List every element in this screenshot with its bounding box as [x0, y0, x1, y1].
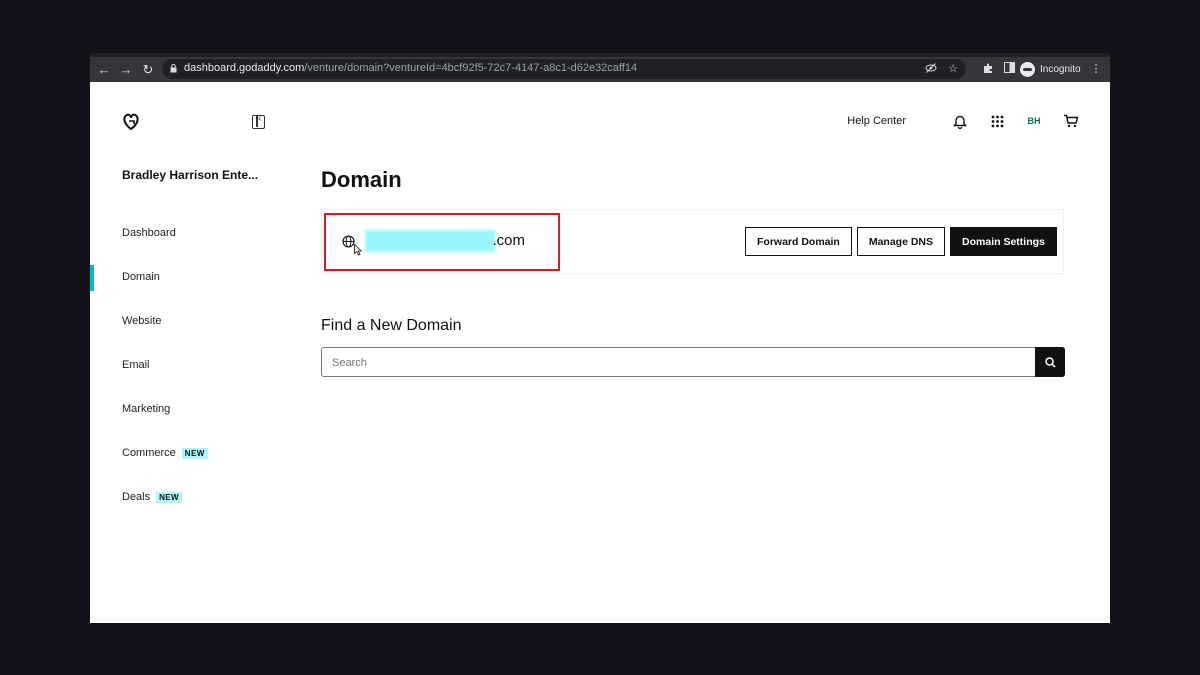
reload-icon[interactable]: ↻ — [139, 57, 157, 82]
domain-actions: Forward Domain Manage DNS Domain Setting… — [745, 227, 1057, 256]
search-input[interactable] — [330, 356, 1024, 370]
search-button[interactable] — [1035, 347, 1065, 377]
sidebar-item-deals[interactable]: Deals NEW — [90, 475, 290, 519]
sidebar-item-label: Dashboard — [122, 227, 176, 239]
find-domain-heading: Find a New Domain — [321, 317, 462, 334]
search-icon — [1044, 356, 1056, 368]
sidebar-item-marketing[interactable]: Marketing — [90, 387, 290, 431]
back-icon[interactable]: ← — [95, 57, 113, 82]
sidebar-item-label: Domain — [122, 271, 160, 283]
sidebar-item-domain[interactable]: Domain — [90, 255, 290, 299]
url-host: dashboard.godaddy.com — [184, 62, 305, 74]
bell-icon[interactable] — [951, 112, 969, 130]
godaddy-logo-icon[interactable] — [121, 112, 141, 132]
more-menu-icon[interactable]: ⋮ — [1089, 62, 1103, 76]
sidebar-item-commerce[interactable]: Commerce NEW — [90, 431, 290, 475]
new-badge: NEW — [181, 447, 208, 459]
domain-search — [321, 347, 1065, 377]
address-bar[interactable]: dashboard.godaddy.com/venture/domain?ven… — [162, 59, 966, 79]
sidebar-item-label: Email — [122, 359, 150, 371]
domain-settings-button[interactable]: Domain Settings — [950, 227, 1057, 256]
mouse-cursor-icon — [354, 244, 362, 256]
sidebar-item-email[interactable]: Email — [90, 343, 290, 387]
help-center-link[interactable]: Help Center — [847, 115, 906, 127]
header-actions: Help Center BH — [847, 112, 1080, 130]
sidepanel-icon[interactable] — [1002, 62, 1016, 76]
forward-icon[interactable]: → — [117, 57, 135, 82]
sidebar-item-website[interactable]: Website — [90, 299, 290, 343]
forward-domain-button[interactable]: Forward Domain — [745, 227, 852, 256]
sidebar-item-label: Commerce — [122, 447, 176, 459]
eye-off-icon[interactable] — [924, 62, 938, 76]
incognito-icon — [1020, 62, 1035, 77]
sidebar-item-dashboard[interactable]: Dashboard — [90, 211, 290, 255]
venture-name[interactable]: Bradley Harrison Ente... — [122, 168, 258, 182]
url-text: dashboard.godaddy.com/venture/domain?ven… — [184, 62, 637, 74]
active-indicator — [90, 265, 94, 291]
new-badge: NEW — [156, 491, 182, 503]
incognito-label: Incognito — [1040, 64, 1081, 75]
star-icon[interactable]: ☆ — [946, 62, 960, 76]
incognito-indicator[interactable]: Incognito — [1020, 60, 1081, 79]
manage-dns-button[interactable]: Manage DNS — [856, 227, 946, 256]
collapse-sidebar-icon[interactable] — [252, 113, 265, 129]
browser-toolbar: ← → ↻ dashboard.godaddy.com/venture/doma… — [90, 57, 1110, 82]
url-path: /venture/domain?ventureId=4bcf92f5-72c7-… — [304, 62, 638, 74]
account-avatar[interactable]: BH — [1025, 116, 1043, 126]
domain-name-link[interactable]: .com — [365, 232, 525, 249]
cart-icon[interactable] — [1062, 112, 1080, 130]
sidebar-item-label: Marketing — [122, 403, 171, 415]
extensions-icon[interactable] — [981, 62, 995, 76]
lock-icon — [170, 64, 177, 73]
sidebar-nav: Dashboard Domain Website Email Marketing… — [90, 211, 290, 519]
app-content: Help Center BH Bradley Harrison Ente... … — [90, 82, 1110, 623]
sidebar-item-label: Website — [122, 315, 162, 327]
browser-window: ← → ↻ dashboard.godaddy.com/venture/doma… — [90, 53, 1110, 623]
page-title: Domain — [321, 167, 402, 192]
apps-grid-icon[interactable] — [988, 112, 1006, 130]
sidebar-item-label: Deals — [122, 491, 151, 503]
